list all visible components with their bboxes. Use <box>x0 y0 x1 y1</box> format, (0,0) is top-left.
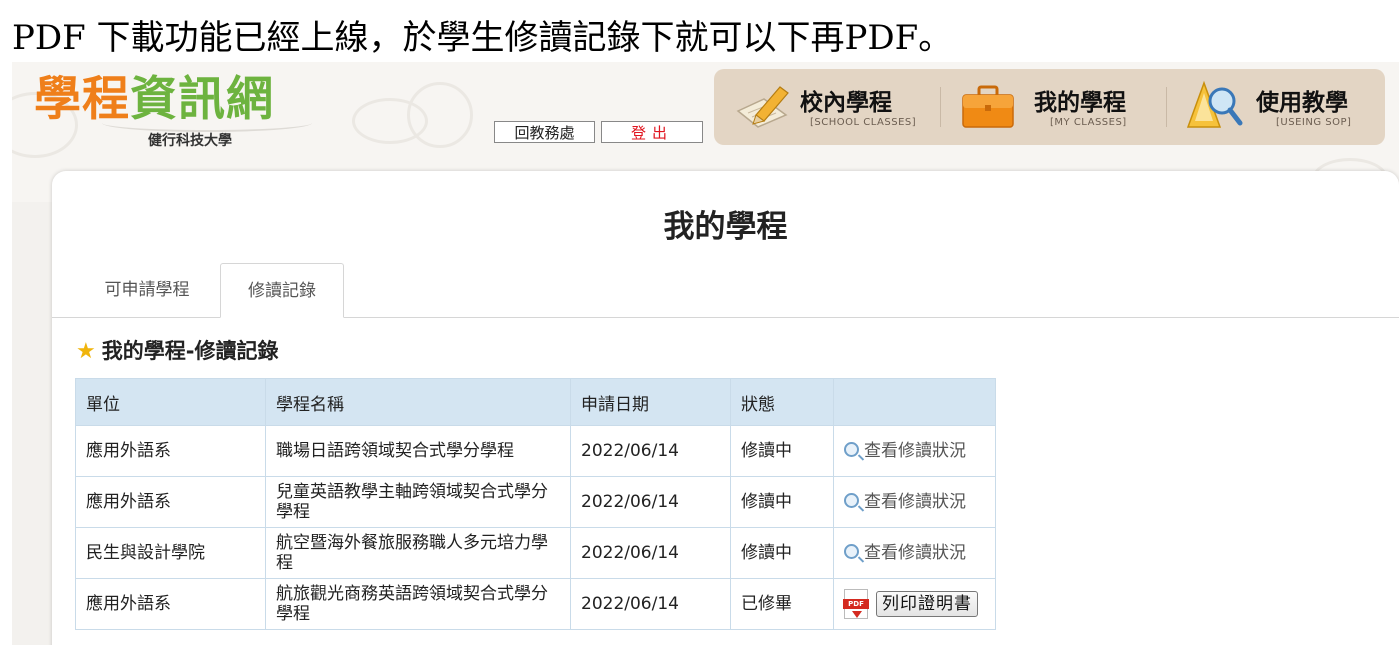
web-page: 學程資訊網 健行科技大學 回教務處 登出 校內學程 [SCHOOL CLASSE… <box>12 62 1399 645</box>
table-header-row: 單位 學程名稱 申請日期 狀態 <box>75 378 996 426</box>
nav-label-en: [MY CLASSES] <box>1050 117 1127 128</box>
status-cell: 修讀中 <box>730 476 834 528</box>
view-study-status-label: 查看修讀狀況 <box>864 543 966 563</box>
action-cell: 查看修讀狀況 <box>833 476 996 528</box>
nav-label-zh: 使用教學 <box>1256 90 1348 116</box>
program-name-cell: 航旅觀光商務英語跨領域契合式學分學程 <box>265 578 571 630</box>
nav-using-sop[interactable]: 使用教學 [USEING SOP] <box>1180 69 1380 145</box>
school-name: 健行科技大學 <box>148 133 232 149</box>
magnifier-icon <box>844 544 859 559</box>
unit-cell: 應用外語系 <box>75 425 266 477</box>
nav-label-en: [SCHOOL CLASSES] <box>810 117 917 128</box>
column-header: 單位 <box>75 378 266 426</box>
logo-char: 學 <box>34 72 82 127</box>
view-study-status-link[interactable]: 查看修讀狀況 <box>844 543 966 563</box>
program-name-cell: 航空暨海外餐旅服務職人多元培力學程 <box>265 527 571 579</box>
status-cell: 已修畢 <box>730 578 834 630</box>
table-row: 應用外語系 職場日語跨領域契合式學分學程 2022/06/14 修讀中 查看修讀… <box>75 425 996 477</box>
column-header: 申請日期 <box>570 378 731 426</box>
nav-label-en: [USEING SOP] <box>1276 117 1352 128</box>
nav-divider <box>1166 87 1167 127</box>
pdf-badge: PDF <box>843 599 869 609</box>
program-name-cell: 兒童英語教學主軸跨領域契合式學分學程 <box>265 476 571 528</box>
download-arrow-icon <box>852 611 862 618</box>
magnifier-icon <box>844 442 859 457</box>
section-heading: ★ 我的學程-修讀記錄 <box>76 336 278 366</box>
nav-label-zh: 校內學程 <box>800 90 892 116</box>
pencil-paper-icon <box>736 86 789 128</box>
status-cell: 修讀中 <box>730 527 834 579</box>
announcement-caption: PDF 下載功能已經上線，於學生修讀記錄下就可以下再PDF。 <box>12 18 953 58</box>
print-certificate-button[interactable]: 列印證明書 <box>876 591 978 617</box>
column-header: 學程名稱 <box>265 378 571 426</box>
section-heading-text: 我的學程-修讀記錄 <box>101 339 279 363</box>
tab-study-records[interactable]: 修讀記錄 <box>220 263 344 318</box>
view-study-status-link[interactable]: 查看修讀狀況 <box>844 441 966 461</box>
unit-cell: 民生與設計學院 <box>75 527 266 579</box>
content-card: 我的學程 可申請學程 修讀記錄 ★ 我的學程-修讀記錄 單位 學程名稱 申請日期 … <box>52 171 1399 645</box>
magnifier-triangle-icon <box>1186 80 1243 128</box>
pdf-download-icon[interactable]: PDF <box>843 589 869 619</box>
apply-date-cell: 2022/06/14 <box>570 578 731 630</box>
nav-school-classes[interactable]: 校內學程 [SCHOOL CLASSES] <box>728 69 928 145</box>
action-cell: 查看修讀狀況 <box>833 527 996 579</box>
apply-date-cell: 2022/06/14 <box>570 476 731 528</box>
study-records-table: 單位 學程名稱 申請日期 狀態 應用外語系 職場日語跨領域契合式學分學程 202… <box>75 378 996 630</box>
column-header <box>833 378 996 426</box>
briefcase-icon <box>962 85 1014 128</box>
program-name-cell: 職場日語跨領域契合式學分學程 <box>265 425 571 477</box>
table-row: 應用外語系 兒童英語教學主軸跨領域契合式學分學程 2022/06/14 修讀中 … <box>75 476 996 528</box>
top-navigation: 校內學程 [SCHOOL CLASSES] 我的學程 [MY CLASSES] … <box>714 69 1385 145</box>
magnifier-icon <box>844 493 859 508</box>
apply-date-cell: 2022/06/14 <box>570 527 731 579</box>
column-header: 狀態 <box>730 378 834 426</box>
cloud-decoration <box>407 82 473 148</box>
nav-my-classes[interactable]: 我的學程 [MY CLASSES] <box>954 69 1154 145</box>
star-icon: ★ <box>76 339 96 364</box>
page-title: 我的學程 <box>663 209 788 245</box>
status-cell: 修讀中 <box>730 425 834 477</box>
back-to-academic-office-button[interactable]: 回教務處 <box>494 121 595 143</box>
apply-date-cell: 2022/06/14 <box>570 425 731 477</box>
view-study-status-label: 查看修讀狀況 <box>864 441 966 461</box>
table-row: 民生與設計學院 航空暨海外餐旅服務職人多元培力學程 2022/06/14 修讀中… <box>75 527 996 579</box>
unit-cell: 應用外語系 <box>75 476 266 528</box>
action-cell: 查看修讀狀況 <box>833 425 996 477</box>
unit-cell: 應用外語系 <box>75 578 266 630</box>
action-cell: PDF 列印證明書 <box>833 578 996 630</box>
nav-divider <box>940 87 941 127</box>
view-study-status-link[interactable]: 查看修讀狀況 <box>844 492 966 512</box>
logout-button[interactable]: 登出 <box>601 121 703 143</box>
tab-available-programs[interactable]: 可申請學程 <box>82 263 212 318</box>
table-row: 應用外語系 航旅觀光商務英語跨領域契合式學分學程 2022/06/14 已修畢 … <box>75 578 996 630</box>
view-study-status-label: 查看修讀狀況 <box>864 492 966 512</box>
nav-label-zh: 我的學程 <box>1034 90 1126 116</box>
